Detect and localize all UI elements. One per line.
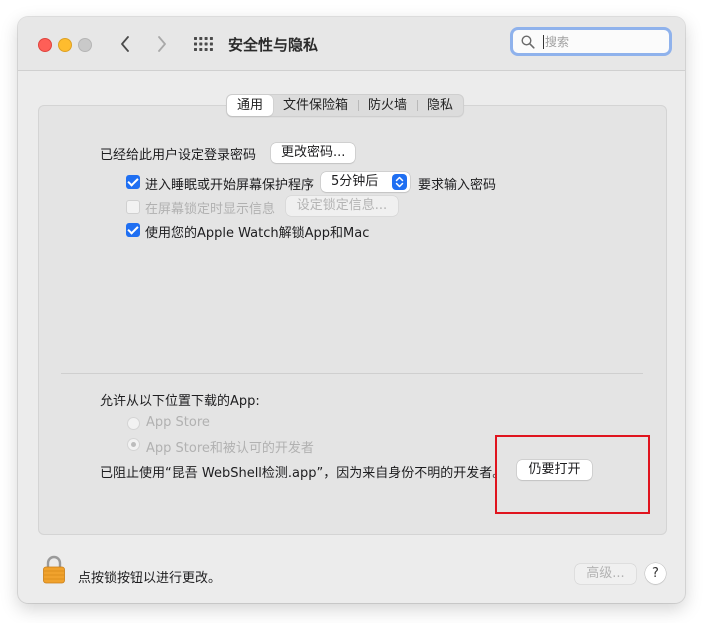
tab-filevault[interactable]: 文件保险箱 — [273, 95, 358, 116]
radio-app-store-identified[interactable] — [127, 438, 140, 451]
text-cursor — [543, 35, 544, 49]
back-button[interactable] — [115, 33, 135, 55]
zoom-window-button[interactable] — [78, 38, 92, 52]
close-window-button[interactable] — [38, 38, 52, 52]
show-all-grid-icon[interactable] — [194, 37, 213, 51]
chevron-right-icon — [158, 36, 166, 52]
require-password-prefix: 进入睡眠或开始屏幕保护程序 — [145, 178, 315, 193]
forward-button[interactable] — [152, 33, 172, 55]
advanced-button[interactable]: 高级... — [575, 564, 636, 584]
chevron-left-icon — [121, 36, 129, 52]
blocked-app-message: 已阻止使用“昆吾 WebShell检测.app”，因为来自身份不明的开发者。 — [100, 466, 506, 481]
radio-app-store[interactable] — [127, 417, 140, 430]
apple-watch-unlock-checkbox[interactable] — [126, 223, 140, 237]
show-lock-message-checkbox[interactable] — [126, 200, 140, 214]
tab-general[interactable]: 通用 — [227, 95, 274, 116]
tab-bar: 通用 文件保险箱 防火墙 隐私 — [226, 94, 465, 117]
login-password-label: 已经给此用户设定登录密码 — [100, 148, 257, 163]
set-lock-message-button[interactable]: 设定锁定信息... — [286, 196, 398, 216]
window-title: 安全性与隐私 — [228, 36, 319, 54]
help-button[interactable]: ? — [645, 563, 666, 584]
allow-downloads-heading: 允许从以下位置下载的App: — [100, 394, 260, 409]
apple-watch-unlock-label: 使用您的Apple Watch解锁App和Mac — [145, 226, 370, 241]
search-input[interactable] — [545, 32, 663, 51]
tab-firewall[interactable]: 防火墙 — [358, 95, 417, 116]
lock-icon[interactable] — [42, 555, 66, 585]
title-bar: 安全性与隐私 — [18, 17, 685, 71]
minimize-window-button[interactable] — [58, 38, 72, 52]
radio-app-store-label: App Store — [146, 415, 210, 430]
require-password-checkbox[interactable] — [126, 175, 140, 189]
password-delay-value: 5分钟后 — [331, 174, 379, 189]
radio-app-store-identified-label: App Store和被认可的开发者 — [146, 441, 314, 456]
tab-privacy[interactable]: 隐私 — [417, 95, 463, 116]
highlight-annotation-box — [495, 435, 650, 514]
select-stepper-icon — [392, 174, 407, 190]
system-preferences-window: 安全性与隐私 通用 文件保险箱 防火墙 隐私 已经给此用户设定登录密码 更改密码… — [18, 17, 685, 603]
lock-hint-text: 点按锁按钮以进行更改。 — [78, 571, 222, 586]
change-password-button[interactable]: 更改密码... — [271, 143, 355, 163]
search-icon — [521, 35, 535, 49]
password-delay-select[interactable]: 5分钟后 — [321, 172, 410, 192]
show-lock-message-label: 在屏幕锁定时显示信息 — [145, 202, 276, 217]
require-password-suffix: 要求输入密码 — [418, 178, 497, 193]
section-divider — [61, 373, 643, 374]
search-field[interactable] — [510, 27, 672, 56]
